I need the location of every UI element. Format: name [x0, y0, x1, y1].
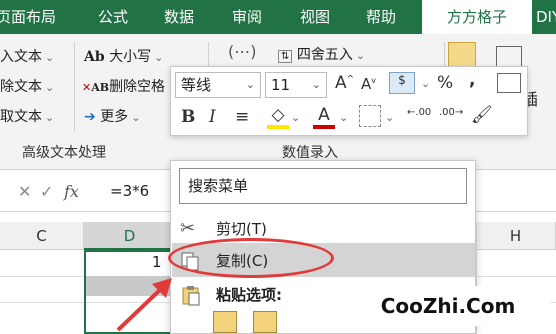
font-name-select[interactable]: 等线 ⌄: [175, 72, 261, 98]
ribbon-divider: [74, 42, 75, 132]
check-icon[interactable]: ✓: [40, 182, 53, 201]
tab-review[interactable]: 审阅: [232, 0, 262, 34]
annotation-arrow-icon: [116, 278, 172, 332]
highlight-ellipse: [168, 238, 334, 278]
number-format-icon[interactable]: $: [389, 72, 415, 94]
chevron-down-icon: ⌄: [45, 51, 55, 64]
remove-spaces-button[interactable]: ✕AB删除空格: [82, 76, 165, 96]
italic-button[interactable]: I: [209, 107, 216, 127]
paste-icon: [180, 284, 202, 306]
more-label: 更多: [100, 109, 129, 125]
cut-label: 剪切(T): [216, 220, 267, 238]
cancel-icon[interactable]: ✕: [18, 182, 31, 201]
remove-ab-icon: AB: [91, 81, 110, 94]
font-color-icon[interactable]: A: [313, 105, 335, 129]
round-icon: ⇅: [278, 50, 293, 63]
tab-data[interactable]: 数据: [164, 0, 194, 34]
chevron-down-icon[interactable]: ⌄: [421, 77, 430, 90]
delete-text-button[interactable]: 除文本 ⌄: [0, 76, 54, 96]
format-painter-icon[interactable]: 🖌: [471, 105, 493, 125]
round-button[interactable]: ⇅ 四舍五入 ⌄: [278, 44, 365, 64]
comma-style-button[interactable]: ,: [469, 70, 475, 90]
tab-formulas[interactable]: 公式: [98, 0, 128, 34]
chevron-down-icon: ⌄: [131, 111, 141, 124]
tab-diy[interactable]: DIY: [536, 0, 556, 34]
paste-default-icon[interactable]: [213, 311, 237, 333]
column-header-d[interactable]: D: [84, 222, 176, 250]
remove-x-icon: ✕: [82, 81, 92, 94]
tab-help[interactable]: 帮助: [366, 0, 396, 34]
grow-font-icon[interactable]: A^: [335, 73, 354, 93]
align-center-icon[interactable]: ≡: [235, 107, 249, 127]
group-title-number: 数值录入: [282, 145, 338, 161]
font-size-value: 11: [271, 76, 291, 94]
arrow-right-icon: ➔: [84, 109, 96, 125]
chevron-down-icon: ⌄: [45, 81, 55, 94]
chevron-down-icon: ⌄: [311, 78, 321, 91]
decrease-decimal-label: .00: [439, 107, 455, 118]
group-title-text: 高级文本处理: [22, 145, 106, 161]
percent-style-button[interactable]: %: [437, 73, 453, 93]
more-button[interactable]: ➔ 更多 ⌄: [84, 106, 140, 126]
font-name-value: 等线: [181, 76, 212, 94]
case-button[interactable]: Ab 大小写 ⌄: [84, 46, 163, 66]
round-label: 四舍五入: [296, 47, 353, 63]
insert-function-icon[interactable]: fx: [64, 182, 79, 201]
scissors-icon: ✂: [180, 218, 196, 239]
column-header-c[interactable]: C: [0, 222, 84, 250]
paste-options-label: 粘贴选项:: [216, 286, 282, 304]
delete-text-label: 除文本: [0, 79, 42, 95]
chevron-down-icon[interactable]: ⌄: [339, 111, 348, 124]
cell-d-value[interactable]: 1: [152, 253, 162, 271]
watermark-text: CooZhi.Com: [346, 286, 550, 326]
format-table-icon[interactable]: [497, 73, 521, 93]
menu-search-input[interactable]: 搜索菜单: [179, 168, 467, 204]
paste-values-icon[interactable]: [253, 311, 277, 333]
formula-input[interactable]: =3*6: [110, 182, 149, 200]
increase-decimal-label: .00: [415, 107, 432, 118]
mini-toolbar: 等线 ⌄ 11 ⌄ A^ Av $ ⌄ % , B I ≡ ◇ ⌄ A ⌄ ⌄ …: [170, 66, 528, 136]
bold-button[interactable]: B: [181, 107, 195, 127]
insert-text-button[interactable]: 入文本 ⌄: [0, 46, 54, 66]
remove-spaces-label: 删除空格: [109, 79, 166, 95]
tab-page-layout[interactable]: 页面布局: [0, 0, 56, 34]
border-icon[interactable]: [359, 105, 381, 127]
insert-text-label: 入文本: [0, 49, 42, 65]
bracket-icon[interactable]: (⋯): [228, 42, 256, 61]
table-icon[interactable]: [496, 46, 522, 68]
increase-decimal-button[interactable]: ←.00: [407, 107, 431, 118]
chevron-down-icon: ⌄: [45, 111, 55, 124]
case-label: 大小写: [109, 49, 152, 65]
chevron-down-icon: ⌄: [355, 49, 366, 62]
fill-color-icon[interactable]: ◇: [267, 105, 289, 129]
ribbon-tab-bar: 页面布局 公式 数据 审阅 视图 帮助 方方格子 DIY: [0, 0, 556, 34]
chevron-down-icon[interactable]: ⌄: [291, 111, 300, 124]
case-icon: Ab: [84, 49, 105, 65]
column-header-h[interactable]: H: [476, 222, 556, 250]
chevron-down-icon: ⌄: [154, 51, 164, 64]
font-size-select[interactable]: 11 ⌄: [265, 72, 327, 98]
extract-text-button[interactable]: 取文本 ⌄: [0, 106, 54, 126]
tab-fangfanggezi[interactable]: 方方格子: [422, 0, 532, 34]
shrink-font-icon[interactable]: Av: [361, 75, 376, 93]
decrease-decimal-button[interactable]: .00→: [439, 107, 463, 118]
chevron-down-icon: ⌄: [245, 78, 255, 91]
extract-text-label: 取文本: [0, 109, 42, 125]
tab-view[interactable]: 视图: [300, 0, 330, 34]
chevron-down-icon[interactable]: ⌄: [385, 111, 394, 124]
